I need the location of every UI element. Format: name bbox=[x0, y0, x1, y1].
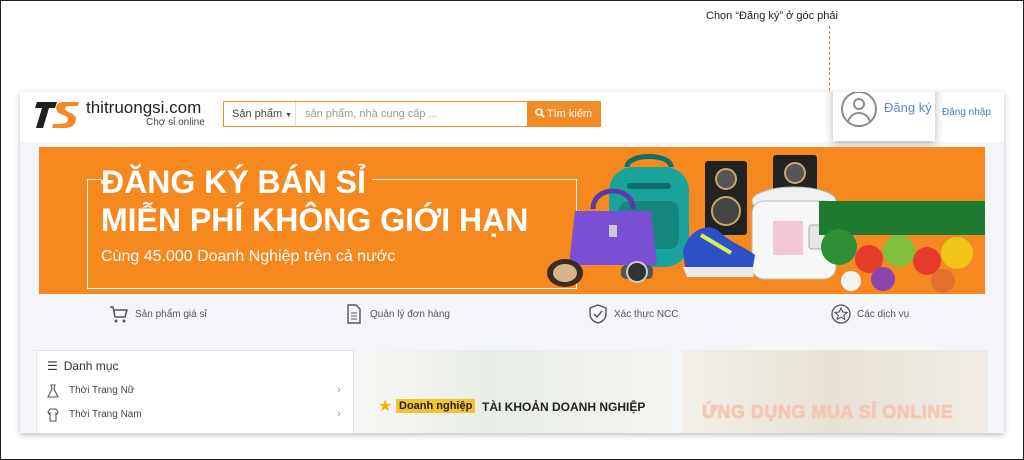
business-account-promo[interactable]: ★ Doanh nghiệp TÀI KHOẢN DOANH NGHIỆP bbox=[364, 350, 670, 433]
promo-banner[interactable]: ĐĂNG KÝ BÁN SỈ MIỄN PHÍ KHÔNG GIỚI HẠN C… bbox=[39, 147, 985, 294]
login-link[interactable]: Đăng nhập bbox=[942, 107, 991, 118]
user-avatar-icon bbox=[841, 92, 877, 127]
logo-name[interactable]: thitruongsi.com bbox=[86, 98, 201, 118]
document-icon bbox=[347, 304, 361, 324]
logo-tagline: Chợ sỉ online bbox=[146, 117, 205, 128]
shirt-icon bbox=[47, 408, 59, 422]
search-category-label: Sản phẩm bbox=[232, 108, 283, 120]
watch-icon bbox=[621, 261, 653, 283]
website-page: thitruongsi.com Chợ sỉ online Sản phẩm ▼ … bbox=[20, 92, 1004, 433]
chevron-right-icon: › bbox=[337, 408, 341, 420]
compact-powder-icon bbox=[547, 259, 583, 287]
menu-icon: ☰ bbox=[47, 359, 58, 373]
chevron-down-icon: ▼ bbox=[285, 112, 293, 119]
business-tag: Doanh nghiệp bbox=[396, 399, 476, 413]
star-icon: ★ bbox=[378, 398, 393, 415]
sneaker-icon bbox=[683, 227, 755, 277]
callout-instruction: Chọn “Đăng ký” ở góc phải bbox=[706, 10, 838, 22]
search-input[interactable] bbox=[297, 102, 525, 126]
register-label: Đăng ký bbox=[884, 100, 932, 115]
feature-label: Sản phẩm giá sỉ bbox=[135, 309, 207, 320]
category-item-label: Thời Trang Nam bbox=[69, 409, 142, 420]
search-bar: Sản phẩm▼ Tìm kiếm bbox=[223, 101, 601, 127]
search-category-dropdown[interactable]: Sản phẩm ▼ bbox=[224, 102, 296, 126]
mobile-app-title: ỨNG DỤNG MUA SỈ ONLINE bbox=[702, 402, 954, 422]
category-panel: ☰ Danh mục Thời Trang Nữ › Thời Trang Nam… bbox=[36, 350, 354, 433]
search-button-label: Tìm kiếm bbox=[546, 108, 593, 120]
banner-subheadline: MIỄN PHÍ KHÔNG GIỚI HẠN bbox=[101, 202, 529, 238]
register-button[interactable]: Đăng ký bbox=[833, 92, 935, 141]
logo-icon[interactable] bbox=[35, 98, 81, 130]
feature-label: Các dịch vụ bbox=[857, 309, 910, 320]
search-button[interactable]: Tìm kiếm bbox=[527, 102, 600, 126]
vegetables-icon bbox=[819, 201, 985, 293]
category-title-label: Danh mục bbox=[63, 359, 119, 373]
banner-headline: ĐĂNG KÝ BÁN SỈ bbox=[101, 164, 372, 201]
feature-label: Xác thực NCC bbox=[614, 309, 679, 320]
feature-label: Quản lý đơn hàng bbox=[370, 309, 450, 320]
star-badge-icon bbox=[831, 304, 851, 324]
site-header: thitruongsi.com Chợ sỉ online Sản phẩm ▼ … bbox=[20, 92, 1004, 142]
category-title[interactable]: ☰ Danh mục bbox=[47, 359, 118, 373]
business-account-title: TÀI KHOẢN DOANH NGHIỆP bbox=[482, 400, 646, 414]
category-item-label: Thời Trang Nữ bbox=[69, 385, 135, 396]
chevron-right-icon: › bbox=[337, 384, 341, 396]
banner-caption: Cùng 45.000 Doanh Nghiệp trên cả nước bbox=[101, 248, 396, 265]
dress-icon bbox=[47, 384, 59, 398]
search-icon bbox=[535, 108, 545, 118]
mobile-app-promo[interactable]: ỨNG DỤNG MUA SỈ ONLINE bbox=[682, 350, 988, 433]
feature-bar: Sản phẩm giá sỉ Quản lý đơn hàng Xác thự… bbox=[20, 304, 1004, 326]
shield-check-icon bbox=[589, 304, 607, 324]
cart-icon bbox=[110, 306, 128, 323]
